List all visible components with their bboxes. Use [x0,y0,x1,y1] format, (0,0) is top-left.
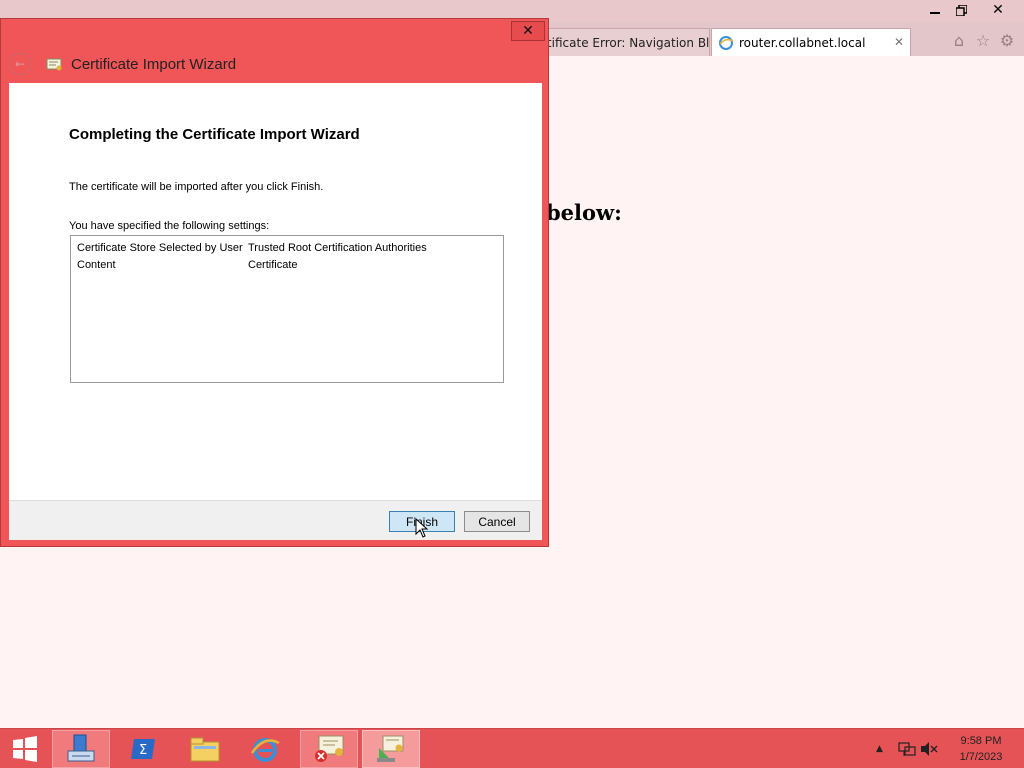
taskbar-internet-explorer[interactable] [236,730,294,768]
tab-label: rtificate Error: Navigation Bl... [542,35,710,50]
taskbar: Σ ▲ 9:58 PM 1/7/2023 [0,728,1024,768]
network-tray[interactable] [898,729,916,768]
server-manager-icon [67,734,95,762]
start-icon [13,736,37,762]
settings-list[interactable]: Certificate Store Selected by User Trust… [70,235,504,383]
back-arrow-icon[interactable]: ← [9,53,31,75]
cancel-button[interactable]: Cancel [464,511,530,532]
restore-button[interactable] [948,0,975,20]
certificate-import-icon [377,735,404,762]
settings-label: You have specified the following setting… [69,220,270,232]
dialog-footer: Finish Cancel [9,500,542,540]
tab-label: router.collabnet.local [739,35,866,50]
minimize-icon [929,12,940,14]
close-icon: ✕ [992,2,1004,18]
svg-text:Σ: Σ [139,743,147,758]
taskbar-certificate-error[interactable] [300,730,358,768]
minimize-button[interactable] [921,0,948,20]
restore-icon [956,4,967,16]
settings-value: Trusted Root Certification Authorities [248,242,427,254]
system-clock[interactable]: 9:58 PM 1/7/2023 [940,733,1022,765]
taskbar-server-manager[interactable] [52,730,110,768]
wizard-heading: Completing the Certificate Import Wizard [69,126,360,143]
certificate-wizard-icon [46,58,62,71]
home-icon[interactable]: ⌂ [949,30,969,50]
network-icon [898,742,916,756]
clock-date: 1/7/2023 [959,751,1003,763]
mouse-cursor-icon [415,518,429,538]
page-heading-fragment: below: [546,200,622,225]
close-icon: ✕ [522,23,534,39]
tab-close-icon[interactable]: ✕ [894,35,904,49]
clock-time: 9:58 PM [960,735,1002,747]
dialog-title: Certificate Import Wizard [71,55,237,73]
settings-value: Certificate [248,259,298,271]
settings-gear-icon[interactable]: ⚙ [997,30,1017,50]
volume-muted-icon [921,742,938,756]
tab-router[interactable]: router.collabnet.local ✕ [711,28,911,56]
taskbar-powershell[interactable]: Σ [114,730,172,768]
settings-key: Certificate Store Selected by User [77,242,243,254]
settings-row: Content Certificate [77,257,497,274]
dialog-close-button[interactable]: ✕ [511,21,545,41]
start-button[interactable] [0,730,50,768]
dialog-header: ← Certificate Import Wizard [9,49,236,79]
show-hidden-icons-button[interactable]: ▲ [876,729,883,768]
favorites-star-icon[interactable]: ☆ [973,30,993,50]
powershell-icon: Σ [131,739,155,759]
taskbar-file-explorer[interactable] [176,730,234,768]
internet-explorer-icon [250,738,280,762]
new-tab-button[interactable] [912,28,937,56]
close-window-button[interactable]: ✕ [975,0,1021,20]
dialog-body: Completing the Certificate Import Wizard… [9,83,542,500]
wizard-info-text: The certificate will be imported after y… [69,181,324,193]
file-explorer-icon [190,737,220,762]
settings-row: Certificate Store Selected by User Trust… [77,240,497,257]
taskbar-certificate-import[interactable] [362,730,420,768]
chevron-up-icon: ▲ [876,744,883,754]
ie-page-icon [719,35,734,50]
certificate-error-icon [315,735,344,762]
volume-tray[interactable] [920,729,938,768]
settings-key: Content [77,259,116,271]
tab-certificate-error[interactable]: rtificate Error: Navigation Bl... [535,28,710,56]
certificate-import-wizard-dialog: ✕ ← Certificate Import Wizard Completing… [0,18,549,547]
